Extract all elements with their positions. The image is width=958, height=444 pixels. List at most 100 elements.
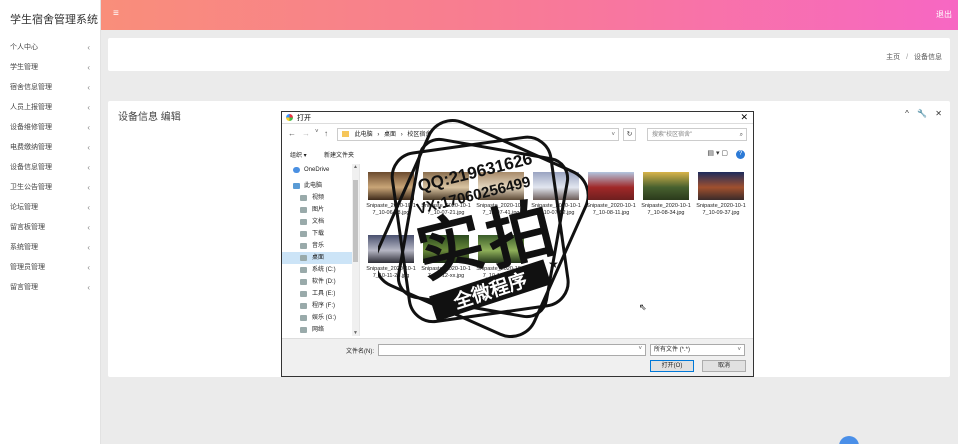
filetype-select[interactable]: 所有文件 (*.*) ˅ (650, 344, 745, 356)
refresh-icon[interactable]: ↻ (623, 128, 636, 141)
file-name: Snipaste_2020-10-17_10-07-41.jpg (476, 203, 526, 216)
nav-item-label: 工具 (E:) (312, 291, 336, 297)
nav-item-label: 下载 (312, 231, 325, 237)
sidebar-item[interactable]: 管理员管理 ‹ (0, 258, 100, 278)
search-placeholder: 搜索"校区宿舍" (652, 132, 693, 138)
sidebar-item[interactable]: 设备信息管理 ‹ (0, 158, 100, 178)
address-bar-row: ← → ˅ ↑ 此电脑 › 桌面 › 校区宿舍 ˅ ↻ 搜索"校区宿舍" ⌕ (282, 125, 753, 145)
folder-icon (300, 315, 307, 321)
sidebar-item[interactable]: 电费缴纳管理 ‹ (0, 138, 100, 158)
nav-item[interactable]: 软件 (D:) (282, 276, 359, 288)
help-icon[interactable]: ? (736, 150, 745, 159)
file-item[interactable]: Snipaste_2020-10-17_10-06-58.jpg (366, 172, 416, 217)
view-controls[interactable]: ▤ ▾ ▢ ? (707, 149, 745, 159)
nav-item[interactable]: 工具 (E:) (282, 288, 359, 300)
nav-item[interactable]: 此电脑 (282, 180, 359, 192)
nav-scrollbar[interactable]: ▲ ▼ (352, 164, 359, 336)
breadcrumb: 主页 / 设备信息 (886, 52, 942, 62)
sidebar-item-label: 卫生公告管理 (10, 184, 52, 191)
folder-icon (300, 231, 307, 237)
file-thumbnail (478, 172, 524, 200)
file-item[interactable]: Snipaste_2020-10-17_10-09-37.jpg (696, 172, 746, 217)
nav-item[interactable]: 视频 (282, 192, 359, 204)
nav-item[interactable]: OneDrive (282, 164, 359, 176)
chrome-icon (286, 114, 293, 121)
sidebar-item[interactable]: 留言管理 ‹ (0, 278, 100, 298)
sidebar-item[interactable]: 系统管理 ‹ (0, 238, 100, 258)
sidebar-item[interactable]: 留言板管理 ‹ (0, 218, 100, 238)
sidebar-item[interactable]: 论坛管理 ‹ (0, 198, 100, 218)
sidebar-item[interactable]: 学生管理 ‹ (0, 58, 100, 78)
wrench-icon[interactable]: 🔧 (917, 109, 927, 118)
file-item[interactable]: Snipaste_2020-10-17_10-12-xx.jpg (421, 235, 471, 280)
sidebar-item[interactable]: 宿舍信息管理 ‹ (0, 78, 100, 98)
nav-item[interactable]: 下载 (282, 228, 359, 240)
nav-item[interactable]: 网络 (282, 324, 359, 336)
dialog-close-icon[interactable]: ✕ (740, 112, 748, 123)
chevron-left-icon: ‹ (87, 123, 90, 132)
panel-tools: ^ 🔧 ✕ (899, 109, 942, 118)
dialog-titlebar[interactable]: 打开 ✕ (282, 112, 753, 124)
cancel-button[interactable]: 取消 (702, 360, 746, 372)
nav-item-label: 程序 (F:) (312, 303, 335, 309)
path-segment[interactable]: 校区宿舍 (407, 132, 431, 138)
navigation-pane: OneDrive 此电脑视频图片 文档下载音乐 桌面 系统 (C:) 软件 (D:) 工具 … (282, 164, 360, 336)
close-icon[interactable]: ✕ (935, 109, 942, 118)
back-arrow-icon[interactable]: ← (288, 129, 296, 138)
filename-dropdown-icon[interactable]: ˅ (638, 346, 642, 352)
file-thumbnail (368, 235, 414, 263)
search-icon: ⌕ (739, 132, 743, 138)
folder-icon (300, 195, 307, 201)
file-name: Snipaste_2020-10-17_10-07-52.jpg (531, 203, 581, 216)
chevron-left-icon: ‹ (87, 223, 90, 232)
nav-item[interactable]: 系统 (C:) (282, 264, 359, 276)
logout-link[interactable]: 退出 (936, 9, 952, 20)
file-item[interactable]: Snipaste_2020-10-17_10-11-28.jpg (366, 235, 416, 280)
sidebar-item[interactable]: 设备维修管理 ‹ (0, 118, 100, 138)
forward-arrow-icon[interactable]: → (302, 129, 310, 138)
scroll-thumb[interactable] (353, 180, 358, 262)
nav-item-label: 网络 (312, 327, 325, 333)
chevron-left-icon: ‹ (87, 203, 90, 212)
nav-item[interactable]: 音乐 (282, 240, 359, 252)
file-item[interactable]: Snipaste_2020-10-17_10-13-xx.jpg (476, 235, 526, 280)
collapse-icon[interactable]: ^ (905, 109, 909, 118)
file-thumbnail (643, 172, 689, 200)
file-item[interactable]: Snipaste_2020-10-17_10-07-41.jpg (476, 172, 526, 217)
view-options-icon[interactable]: ▤ ▾ ▢ (707, 150, 728, 157)
open-button[interactable]: 打开(O) (650, 360, 694, 372)
path-segment[interactable]: 桌面 (384, 132, 396, 138)
filename-input[interactable]: ˅ (378, 344, 646, 356)
path-dropdown-icon[interactable]: ˅ (611, 129, 615, 141)
sidebar-item[interactable]: 人员上报管理 ‹ (0, 98, 100, 118)
chevron-left-icon: ‹ (87, 243, 90, 252)
floating-action-button[interactable] (839, 436, 859, 444)
file-item[interactable]: Snipaste_2020-10-17_10-07-52.jpg (531, 172, 581, 217)
breadcrumb-home[interactable]: 主页 (886, 54, 900, 61)
menu-toggle-icon[interactable]: ≡ (113, 8, 119, 19)
scroll-up-icon[interactable]: ▲ (352, 164, 359, 170)
nav-item-label: 此电脑 (304, 183, 323, 189)
scroll-down-icon[interactable]: ▼ (352, 330, 359, 336)
file-item[interactable]: Snipaste_2020-10-17_10-07-21.jpg (421, 172, 471, 217)
path-separator: › (400, 132, 403, 138)
sidebar-item[interactable]: 个人中心 ‹ (0, 38, 100, 58)
nav-item-label: 视频 (312, 195, 325, 201)
file-item[interactable]: Snipaste_2020-10-17_10-08-11.jpg (586, 172, 636, 217)
organize-button[interactable]: 组织 ▾ (290, 150, 307, 159)
nav-item[interactable]: 图片 (282, 204, 359, 216)
path-input[interactable]: 此电脑 › 桌面 › 校区宿舍 ˅ (337, 128, 619, 141)
recent-dropdown-icon[interactable]: ˅ (315, 129, 319, 135)
chevron-left-icon: ‹ (87, 283, 90, 292)
nav-item[interactable]: 程序 (F:) (282, 300, 359, 312)
up-arrow-icon[interactable]: ↑ (324, 129, 328, 138)
file-item[interactable]: Snipaste_2020-10-17_10-08-34.jpg (641, 172, 691, 217)
nav-item[interactable]: 娱乐 (G:) (282, 312, 359, 324)
sidebar-item[interactable]: 卫生公告管理 ‹ (0, 178, 100, 198)
nav-item[interactable]: 桌面 (282, 252, 359, 264)
filetype-dropdown-icon[interactable]: ˅ (737, 345, 741, 356)
nav-item[interactable]: 文档 (282, 216, 359, 228)
path-segment[interactable]: 此电脑 (355, 132, 373, 138)
search-input[interactable]: 搜索"校区宿舍" ⌕ (647, 128, 747, 141)
new-folder-button[interactable]: 新建文件夹 (324, 150, 354, 159)
